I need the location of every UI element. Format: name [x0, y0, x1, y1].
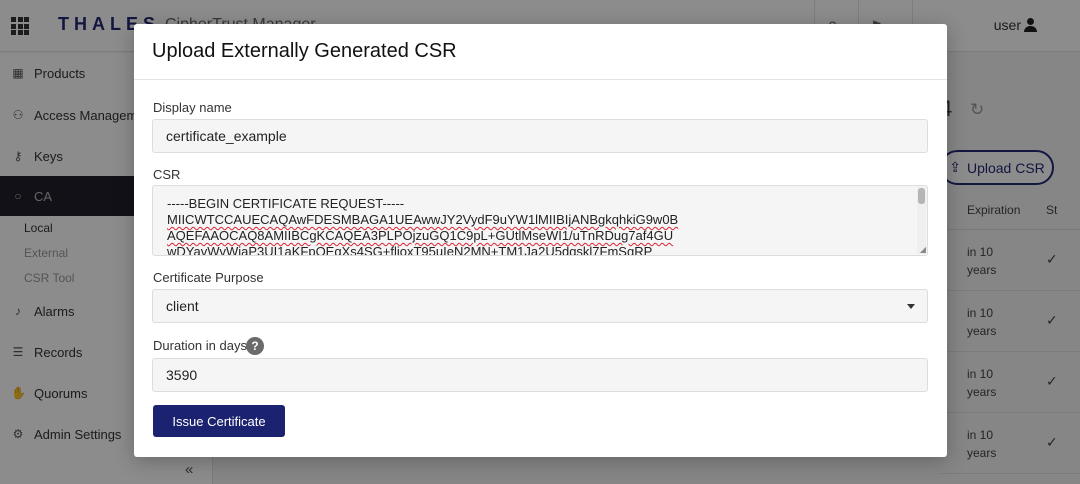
csr-scrollbar[interactable] — [917, 187, 926, 254]
certificate-purpose-value: client — [166, 298, 199, 314]
dialog-title: Upload Externally Generated CSR — [152, 40, 457, 62]
csr-text-line: -----BEGIN CERTIFICATE REQUEST----- — [167, 196, 405, 211]
certificate-purpose-select[interactable]: client — [152, 289, 928, 323]
scrollbar-thumb[interactable] — [918, 188, 925, 204]
duration-input[interactable]: 3590 — [152, 358, 928, 392]
display-name-input[interactable]: certificate_example — [152, 119, 928, 153]
display-name-value: certificate_example — [166, 128, 287, 144]
duration-value: 3590 — [166, 367, 198, 383]
resize-handle-icon[interactable]: ◢ — [920, 246, 926, 254]
duration-label: Duration in days — [153, 338, 247, 353]
help-icon[interactable]: ? — [246, 337, 264, 355]
display-name-label: Display name — [153, 100, 232, 115]
csr-textarea[interactable]: -----BEGIN CERTIFICATE REQUEST----- MIIC… — [152, 185, 928, 256]
certificate-purpose-label: Certificate Purpose — [153, 270, 264, 285]
csr-text-line: MIICWTCCAUECAQAwFDESMBAGA1UEAwwJY2VydF9u… — [167, 212, 679, 227]
csr-label: CSR — [153, 167, 181, 182]
issue-certificate-button[interactable]: Issue Certificate — [153, 405, 285, 437]
upload-csr-dialog: Upload Externally Generated CSR Display … — [134, 24, 947, 457]
csr-text-line: AQEFAAOCAQ8AMIIBCgKCAQEA3PLPOjzuGQ1C9pL+… — [167, 228, 674, 243]
dialog-header: Upload Externally Generated CSR — [134, 24, 947, 80]
chevron-down-icon — [907, 304, 915, 309]
csr-text-line: wDYavWvWiaP3UI1aKFpOEqXs4SG+flioxT95uIeN… — [167, 244, 653, 256]
